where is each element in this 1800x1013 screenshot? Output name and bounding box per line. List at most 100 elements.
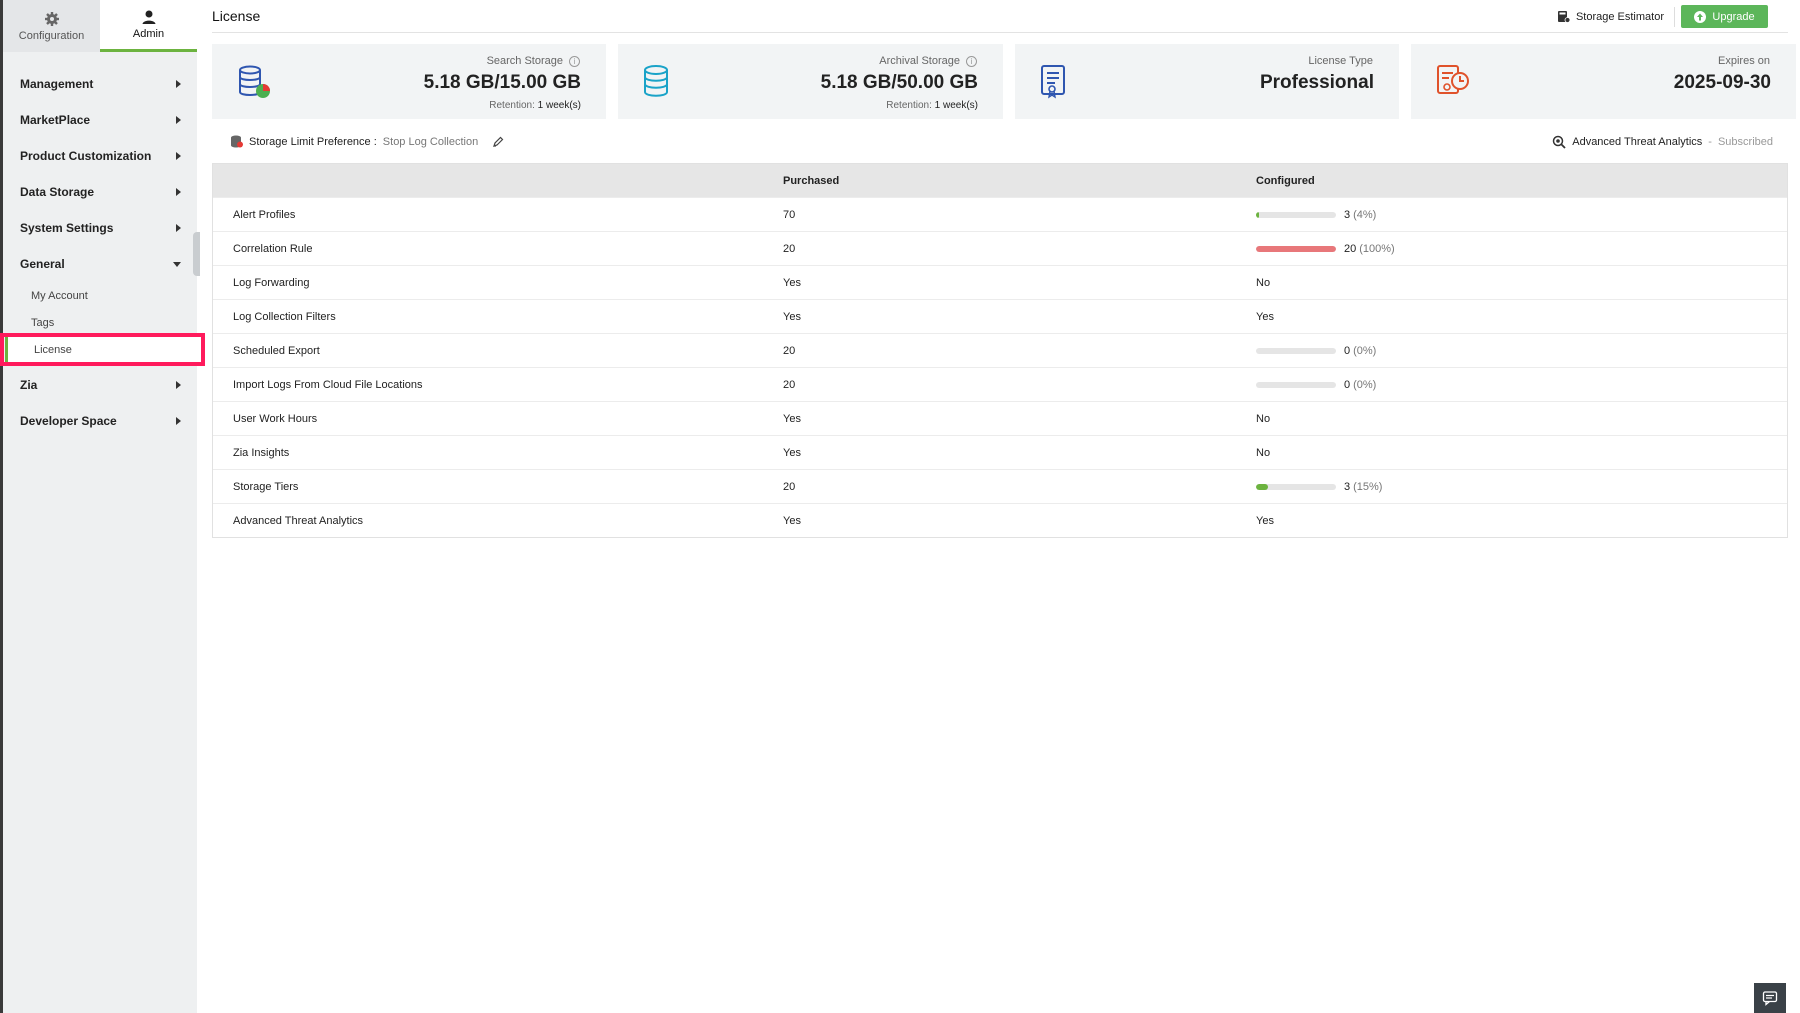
- database-chart-icon: [236, 64, 272, 105]
- expires-value: 2025-09-30: [1673, 72, 1771, 93]
- feature-name-cell: Log Collection Filters: [233, 310, 336, 323]
- purchased-cell: 20: [783, 378, 796, 391]
- ata-subscription: Advanced Threat Analytics - Subscribed: [1552, 135, 1773, 149]
- configured-cell: 3 (4%): [1256, 209, 1787, 221]
- highlight-annotation: [0, 333, 205, 366]
- configured-cell: 0 (0%): [1256, 345, 1787, 357]
- sidebar-item-zia[interactable]: Zia: [3, 367, 197, 403]
- feature-name-cell: Advanced Threat Analytics: [233, 514, 364, 527]
- table-row: Storage Tiers 20 3 (15%): [213, 469, 1787, 503]
- sidebar-subitem-my-account[interactable]: My Account: [3, 282, 197, 309]
- feature-name-cell: Zia Insights: [233, 446, 290, 459]
- caret-right-icon: [176, 224, 181, 232]
- page-title: License: [212, 8, 261, 24]
- certificate-icon: [1039, 64, 1075, 105]
- info-icon[interactable]: i: [966, 55, 977, 67]
- edit-pencil-icon[interactable]: [492, 136, 504, 148]
- retention-value: 1 week(s): [537, 100, 581, 111]
- sidebar-item-developer-space[interactable]: Developer Space: [3, 403, 197, 439]
- sidebar-item-label: MarketPlace: [20, 113, 91, 127]
- calculator-icon: [1557, 11, 1570, 23]
- summary-cards: Search Storage i 5.18 GB/15.00 GB Retent…: [212, 44, 1796, 119]
- expires-card: Expires on 2025-09-30: [1411, 44, 1796, 119]
- sidebar-item-marketplace[interactable]: MarketPlace: [3, 102, 197, 138]
- purchased-cell: Yes: [783, 310, 801, 323]
- search-retention: Retention: 1 week(s): [489, 100, 581, 111]
- upgrade-label: Upgrade: [1712, 10, 1755, 23]
- purchased-cell: Yes: [783, 446, 801, 459]
- preference-label: Storage Limit Preference :: [249, 135, 377, 148]
- tab-admin-label: Admin: [132, 28, 165, 40]
- feature-name-cell: Import Logs From Cloud File Locations: [233, 378, 423, 391]
- table-row: Log Forwarding Yes No: [213, 265, 1787, 299]
- table-row: User Work Hours Yes No: [213, 401, 1787, 435]
- usage-progress-fill: [1256, 211, 1260, 218]
- configured-value: Yes: [1256, 310, 1274, 323]
- sidebar-item-general[interactable]: General: [3, 246, 197, 282]
- sidebar-item-product-customization[interactable]: Product Customization: [3, 138, 197, 174]
- column-header-configured: Configured: [1256, 174, 1315, 187]
- sidebar: Configuration Admin Management MarketPla…: [3, 0, 200, 1013]
- storage-limit-icon: [231, 135, 243, 148]
- license-table: Purchased Configured Alert Profiles 70 3 (4…: [212, 163, 1788, 538]
- configured-value: 0: [1344, 344, 1351, 357]
- card-label-text: Archival Storage: [879, 55, 960, 67]
- storage-estimator-label: Storage Estimator: [1575, 10, 1664, 23]
- table-row: Log Collection Filters Yes Yes: [213, 299, 1787, 333]
- ata-status: Subscribed: [1717, 136, 1773, 148]
- tab-configuration[interactable]: Configuration: [3, 0, 100, 52]
- sidebar-collapse-handle[interactable]: [193, 232, 200, 276]
- chat-button[interactable]: [1754, 983, 1786, 1013]
- upgrade-button[interactable]: Upgrade: [1681, 5, 1768, 28]
- sidebar-item-data-storage[interactable]: Data Storage: [3, 174, 197, 210]
- table-row: Scheduled Export 20 0 (0%): [213, 333, 1787, 367]
- sidebar-item-label: Data Storage: [20, 185, 95, 199]
- page-header: License Storage Estimator Upgrade: [212, 0, 1788, 33]
- table-row: Alert Profiles 70 3 (4%): [213, 197, 1787, 231]
- purchased-cell: Yes: [783, 276, 801, 289]
- chat-icon: [1762, 991, 1778, 1006]
- configured-percent: (15%): [1353, 480, 1383, 493]
- info-icon[interactable]: i: [569, 55, 580, 67]
- archival-storage-card: Archival Storage i 5.18 GB/50.00 GB Rete…: [618, 44, 1003, 119]
- caret-right-icon: [176, 80, 181, 88]
- sidebar-item-label: Developer Space: [20, 414, 117, 428]
- configured-value: 3: [1344, 480, 1351, 493]
- configured-cell: No: [1256, 447, 1787, 459]
- configured-percent: (0%): [1353, 344, 1377, 357]
- expires-label: Expires on: [1718, 55, 1770, 67]
- storage-estimator-link[interactable]: Storage Estimator: [1557, 10, 1664, 23]
- configured-value: 3: [1344, 208, 1351, 221]
- sidebar-item-management[interactable]: Management: [3, 66, 197, 102]
- database-icon: [642, 64, 678, 105]
- configured-value: Yes: [1256, 514, 1274, 527]
- purchased-cell: Yes: [783, 514, 801, 527]
- table-row: Correlation Rule 20 20 (100%): [213, 231, 1787, 265]
- sidebar-item-system-settings[interactable]: System Settings: [3, 210, 197, 246]
- configured-value: 0: [1344, 378, 1351, 391]
- configured-value: 20: [1344, 242, 1357, 255]
- header-separator: [1674, 7, 1675, 27]
- configured-value: No: [1256, 446, 1271, 459]
- feature-name-cell: Storage Tiers: [233, 480, 299, 493]
- purchased-cell: 20: [783, 242, 796, 255]
- configured-cell: 3 (15%): [1256, 481, 1787, 493]
- tab-admin[interactable]: Admin: [100, 0, 197, 52]
- usage-progress-bar: [1256, 381, 1336, 388]
- preference-value: Stop Log Collection: [382, 135, 479, 148]
- usage-progress-fill: [1256, 483, 1268, 490]
- sidebar-subitem-tags[interactable]: Tags: [3, 309, 197, 336]
- feature-name-cell: Alert Profiles: [233, 208, 296, 221]
- sidebar-item-label: System Settings: [20, 221, 114, 235]
- table-row: Import Logs From Cloud File Locations 20 0…: [213, 367, 1787, 401]
- configured-percent: (0%): [1353, 378, 1377, 391]
- main-content: License Storage Estimator Upgrade Search…: [212, 0, 1796, 1013]
- configured-percent: (4%): [1353, 208, 1377, 221]
- configured-value: No: [1256, 412, 1271, 425]
- ata-separator: -: [1708, 136, 1712, 148]
- usage-progress-bar: [1256, 211, 1336, 218]
- configured-value: No: [1256, 276, 1271, 289]
- license-type-value: Professional: [1259, 72, 1374, 93]
- table-header: Purchased Configured: [213, 164, 1787, 197]
- gear-icon: [44, 11, 59, 26]
